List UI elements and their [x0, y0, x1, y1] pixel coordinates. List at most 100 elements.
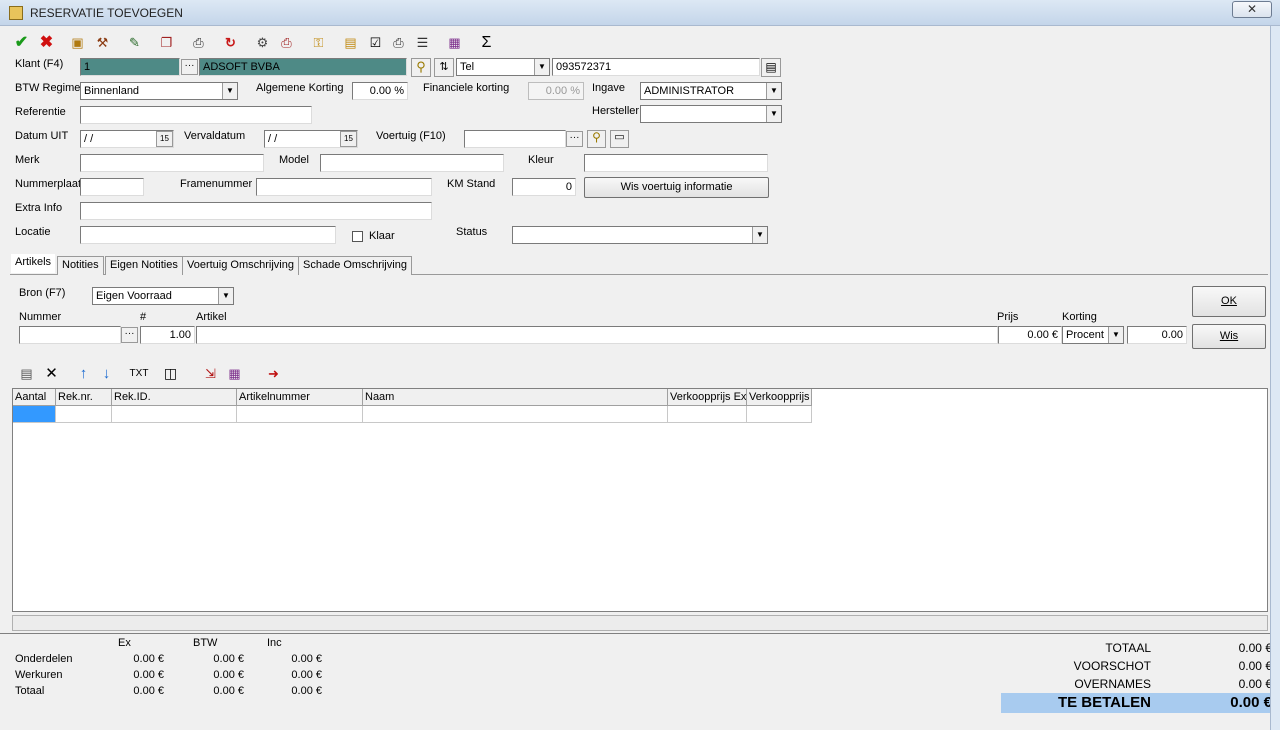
locatie-input[interactable] [80, 226, 336, 244]
km-input[interactable]: 0 [512, 178, 576, 196]
sum-icon[interactable]: Σ [475, 30, 498, 53]
edit-icon[interactable]: ✎ [123, 30, 146, 53]
grid-cell[interactable] [237, 406, 363, 423]
wrench-icon[interactable]: ⚙ [251, 30, 274, 53]
alg-korting-input[interactable]: 0.00 % [352, 82, 408, 100]
tab-eigen-notities[interactable]: Eigen Notities [105, 256, 183, 275]
summary-value: 0.00 € [291, 653, 322, 665]
refresh-icon[interactable]: ↻ [219, 30, 242, 53]
model-input[interactable] [320, 154, 504, 172]
grid-cell-selected[interactable] [13, 406, 56, 423]
confirm-icon[interactable]: ✔ [10, 30, 33, 53]
forward-icon[interactable]: ➜ [262, 361, 285, 384]
chevron-down-icon: ▼ [766, 106, 781, 122]
add-row-icon[interactable]: ▤ [15, 361, 38, 384]
summary-label-onderdelen: Onderdelen [15, 653, 73, 665]
fin-korting-input[interactable]: 0.00 % [528, 82, 584, 100]
cancel-icon[interactable]: ✖ [35, 30, 58, 53]
col-verkoopprijs-ex[interactable]: Verkoopprijs Ex [668, 389, 747, 406]
tools-icon[interactable]: ⚒ [91, 30, 114, 53]
kleur-input[interactable] [584, 154, 768, 172]
chevron-down-icon: ▼ [766, 83, 781, 99]
new-document-icon[interactable]: ▭ [610, 130, 629, 148]
folder-icon[interactable]: ▤ [339, 30, 362, 53]
calendar-icon[interactable]: 15 [156, 131, 173, 147]
chevron-down-icon: ▼ [222, 83, 237, 99]
nummer-input[interactable] [19, 326, 121, 344]
prijs-input[interactable]: 0.00 € [998, 326, 1062, 344]
columns-icon[interactable]: ◫ [159, 361, 182, 384]
move-up-icon[interactable]: ↑ [72, 361, 95, 384]
btw-select[interactable]: Binnenland ▼ [80, 82, 238, 100]
bron-select[interactable]: Eigen Voorraad ▼ [92, 287, 234, 305]
referentie-input[interactable] [80, 106, 312, 124]
voertuig-info-icon[interactable]: ⚲ [587, 130, 606, 148]
contact-card-icon[interactable]: ▤ [761, 58, 781, 77]
voorschot-value: 0.00 € [1238, 659, 1272, 673]
voertuig-input[interactable] [464, 130, 566, 148]
col-naam[interactable]: Naam [363, 389, 668, 406]
grid-cell[interactable] [668, 406, 747, 423]
contact-type-select[interactable]: Tel ▼ [456, 58, 550, 76]
copy-icon[interactable]: ❐ [155, 30, 178, 53]
printer-stack-icon[interactable]: ☰ [411, 30, 434, 53]
nummerplaat-label: Nummerplaat [15, 178, 82, 190]
klant-name-input[interactable]: ADSOFT BVBA [199, 58, 407, 76]
klant-info-icon[interactable]: ⚲ [411, 58, 431, 77]
nummer-browse-button[interactable]: ··· [121, 327, 138, 343]
calendar-icon[interactable]: 15 [340, 131, 357, 147]
checklist-icon[interactable]: ☑ [364, 30, 387, 53]
print3-icon[interactable]: ⎙ [387, 30, 410, 53]
print-icon[interactable]: ⎙ [187, 30, 210, 53]
extra-info-input[interactable] [80, 202, 432, 220]
summary-value: 0.00 € [213, 653, 244, 665]
close-button[interactable]: ✕ [1232, 1, 1272, 18]
nummerplaat-input[interactable] [80, 178, 144, 196]
klant-label: Klant (F4) [15, 58, 64, 70]
km-label: KM Stand [447, 178, 496, 190]
klant-number-input[interactable]: 1 [80, 58, 180, 76]
document-icon[interactable]: ▦ [443, 30, 466, 53]
delete-row-icon[interactable]: ✕ [40, 361, 63, 384]
voertuig-browse-button[interactable]: ··· [566, 131, 583, 147]
framenummer-input[interactable] [256, 178, 432, 196]
status-select[interactable]: ▼ [512, 226, 768, 244]
print2-icon[interactable]: ⎙ [275, 30, 298, 53]
tab-voertuig-omschrijving[interactable]: Voertuig Omschrijving [182, 256, 299, 275]
txt-button[interactable]: TXT [126, 361, 152, 384]
customer-icon[interactable]: ▣ [66, 30, 89, 53]
import-icon[interactable]: ▦ [223, 361, 246, 384]
klant-browse-button[interactable]: ··· [181, 59, 198, 75]
col-rek-nr[interactable]: Rek.nr. [56, 389, 112, 406]
col-artikelnummer[interactable]: Artikelnummer [237, 389, 363, 406]
tab-artikels[interactable]: Artikels [11, 254, 56, 273]
col-rek-id[interactable]: Rek.ID. [112, 389, 237, 406]
tab-schade-omschrijving[interactable]: Schade Omschrijving [298, 256, 412, 275]
grid-cell[interactable] [747, 406, 812, 423]
telefoon-input[interactable]: 093572371 [552, 58, 760, 76]
korting-input[interactable]: 0.00 [1127, 326, 1187, 344]
fin-korting-label: Financiele korting [423, 82, 510, 94]
col-verkoopprijs[interactable]: Verkoopprijs [747, 389, 812, 406]
merk-input[interactable] [80, 154, 264, 172]
export-icon[interactable]: ⇲ [199, 361, 222, 384]
klaar-checkbox[interactable] [352, 231, 363, 242]
hersteller-select[interactable]: ▼ [640, 105, 782, 123]
move-down-icon[interactable]: ↓ [95, 361, 118, 384]
grid-cell[interactable] [56, 406, 112, 423]
korting-type-select[interactable]: Procent ▼ [1062, 326, 1124, 344]
wis-button[interactable]: Wis [1192, 324, 1266, 349]
aantal-input[interactable]: 1.00 [140, 326, 195, 344]
col-aantal[interactable]: Aantal [13, 389, 56, 406]
artikel-input[interactable] [196, 326, 998, 344]
totaal-value: 0.00 € [1238, 641, 1272, 655]
horizontal-scrollbar[interactable] [12, 615, 1268, 631]
grid-cell[interactable] [363, 406, 668, 423]
tab-notities[interactable]: Notities [57, 256, 104, 275]
wis-voertuig-button[interactable]: Wis voertuig informatie [584, 177, 769, 198]
ingave-select[interactable]: ADMINISTRATOR ▼ [640, 82, 782, 100]
klant-swap-icon[interactable]: ⇅ [434, 58, 454, 77]
lock-icon[interactable]: ⚿ [307, 30, 330, 53]
ok-button[interactable]: OK [1192, 286, 1266, 317]
grid-cell[interactable] [112, 406, 237, 423]
